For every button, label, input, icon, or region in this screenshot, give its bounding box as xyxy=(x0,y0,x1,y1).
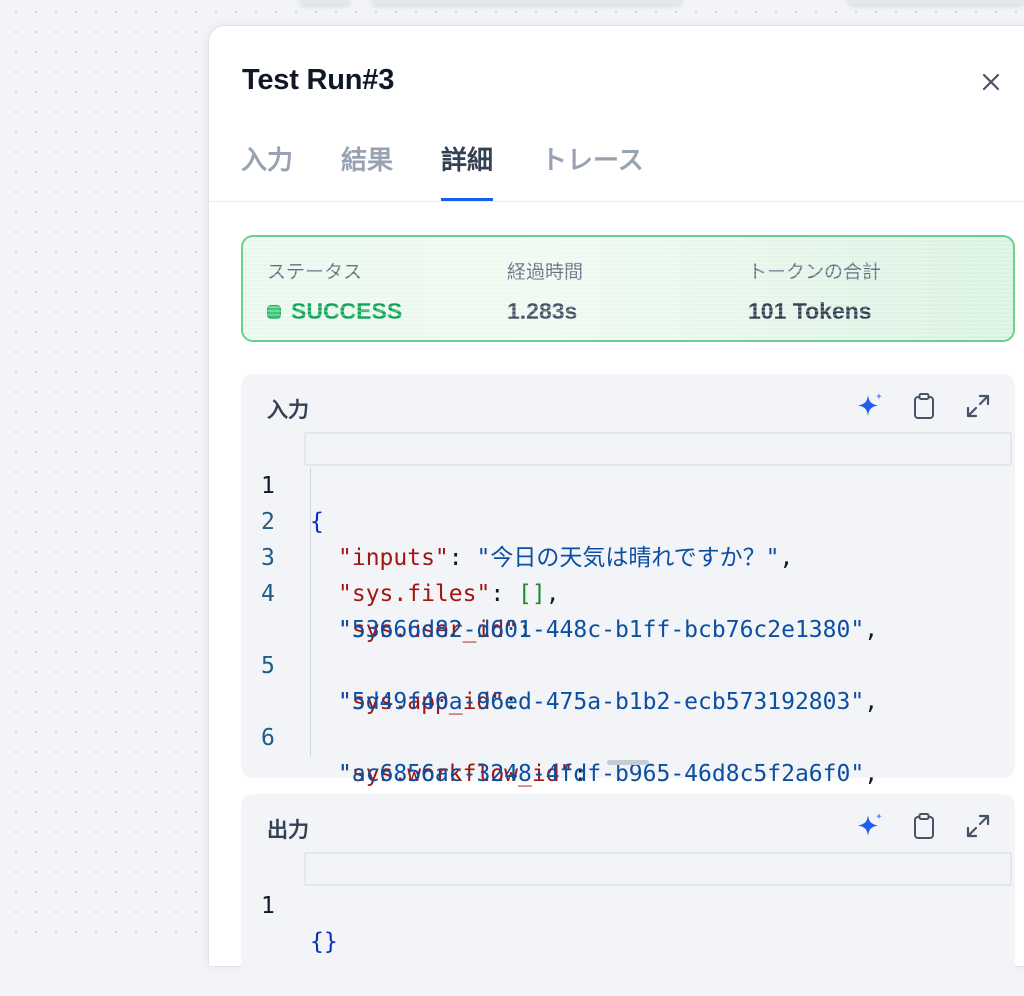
code-line: 3 "sys.files": [], xyxy=(241,504,1015,607)
code-line: 2 "inputs": "今日の天気は晴れですか？", xyxy=(241,468,1015,571)
close-button[interactable] xyxy=(977,68,1005,96)
tab-result[interactable]: 結果 xyxy=(341,140,393,200)
code-line: 5 "sys.app_id": xyxy=(241,612,1015,715)
code-content: {} xyxy=(310,929,338,955)
panel-title: Test Run#3 xyxy=(242,64,395,96)
tab-input[interactable]: 入力 xyxy=(241,140,293,200)
run-status-card: ステータス SUCCESS 経過時間 1.283s トークンの合計 101 To… xyxy=(241,235,1015,342)
canvas-node-edge xyxy=(300,0,350,4)
resize-handle[interactable] xyxy=(607,760,649,765)
sparkle-icon xyxy=(858,813,882,836)
input-json-editor[interactable]: 1 { 2 "inputs": "今日の天気は晴れですか？", 3 "sys.f… xyxy=(241,432,1015,787)
copy-button[interactable] xyxy=(908,390,940,422)
output-card-title: 出力 xyxy=(267,819,309,842)
tokens-column: トークンの合計 101 Tokens xyxy=(748,257,881,325)
output-json-editor[interactable]: 1 {} xyxy=(241,852,1015,955)
ai-generate-button[interactable] xyxy=(854,390,886,422)
expand-button[interactable] xyxy=(962,390,994,422)
active-tab-indicator xyxy=(441,198,494,201)
elapsed-label: 経過時間 xyxy=(507,262,584,283)
tab-label: 詳細 xyxy=(441,145,494,175)
tab-detail[interactable]: 詳細 xyxy=(441,140,494,201)
code-line-wrap: "ac6856ac-3248-4fdf-b965-46d8c5f2a6f0", xyxy=(241,720,1015,787)
close-icon xyxy=(982,73,1000,91)
clipboard-icon xyxy=(914,393,934,419)
status-text: SUCCESS xyxy=(291,298,403,324)
json-string-value: "ac6856ac-3248-4fdf-b965-46d8c5f2a6f0" xyxy=(338,761,865,787)
elapsed-value: 1.283s xyxy=(507,298,578,324)
status-column: ステータス SUCCESS xyxy=(267,257,402,325)
clipboard-icon xyxy=(914,813,934,839)
tokens-label: トークンの合計 xyxy=(748,262,882,283)
input-json-card: 入力 1 {2 "inputs": "今日の天気は晴れですか？", 3 "sy… xyxy=(241,374,1015,787)
code-line: 1 { xyxy=(241,432,1015,535)
ai-generate-button[interactable] xyxy=(854,810,886,842)
input-card-actions xyxy=(854,390,994,422)
expand-button[interactable] xyxy=(962,810,994,842)
expand-icon xyxy=(966,814,990,838)
expand-icon xyxy=(966,394,990,418)
copy-button[interactable] xyxy=(908,810,940,842)
tab-label: 入力 xyxy=(241,145,294,175)
input-card-title: 入力 xyxy=(267,399,309,422)
test-run-panel: Test Run#3 入力 結果 詳細 トレース ステータス SUCCESS 経… xyxy=(209,26,1024,994)
tokens-value: 101 Tokens xyxy=(748,298,872,324)
canvas-node-edge xyxy=(848,0,1024,4)
code-line-wrap: "53666d82-d601-448c-b1ff-bcb76c2e1380", xyxy=(241,576,1015,643)
output-json-card: 出力 1 {} xyxy=(241,794,1015,994)
success-dot-icon xyxy=(267,304,281,319)
status-label: ステータス xyxy=(267,262,363,283)
output-card-actions xyxy=(854,810,994,842)
line-number: 1 xyxy=(261,893,275,919)
elapsed-column: 経過時間 1.283s xyxy=(507,257,583,325)
status-value: SUCCESS xyxy=(267,298,402,325)
tab-bar: 入力 結果 詳細 トレース xyxy=(209,134,1024,202)
tab-label: 結果 xyxy=(341,145,394,175)
code-line: 6 "sys.workflow_id": xyxy=(241,684,1015,787)
sparkle-icon xyxy=(858,393,882,416)
tab-label: トレース xyxy=(541,145,644,175)
canvas-node-edge xyxy=(372,0,682,4)
code-line-wrap: "5d49f40a-96ed-475a-b1b2-ecb573192803", xyxy=(241,648,1015,715)
tab-trace[interactable]: トレース xyxy=(541,140,644,200)
code-line: 1 {} xyxy=(241,852,1015,955)
code-line: 4 "sys.user_id": xyxy=(241,540,1015,643)
